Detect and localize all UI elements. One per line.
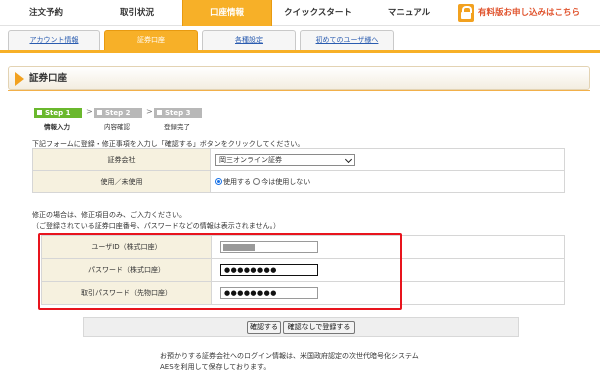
security-note-line1: お預かりする証券会社へのログイン情報は、米国政府認定の次世代暗号化システム <box>160 352 419 360</box>
step-2-badge: Step 2 <box>94 108 142 118</box>
company-select[interactable]: 岡三オンライン証券 <box>215 153 355 166</box>
step-3-badge: Step 3 <box>154 108 202 118</box>
paid-version-signup-link[interactable]: 有料版お申し込みはこちら <box>454 3 600 23</box>
step-separator: > <box>86 107 93 116</box>
step-1-label: Step 1 <box>45 109 71 117</box>
top-nav: 注文予約 取引状況 口座情報 クイックスタート マニュアル 有料版お申し込みはこ… <box>0 0 600 26</box>
heading-arrow-icon <box>15 72 24 86</box>
tab-settings[interactable]: 各種設定 <box>202 30 296 50</box>
nav-item-quick-start[interactable]: クイックスタート <box>272 0 364 26</box>
register-without-confirm-button[interactable]: 確認なしで登録する <box>283 321 355 334</box>
step-2-caption: 内容確認 <box>104 123 130 131</box>
edit-note-line1: 修正の場合は、修正項目のみ、ご入力ください。 <box>32 211 186 219</box>
page-title: 証券口座 <box>29 73 68 84</box>
tab-first-time-users[interactable]: 初めてのユーザ様へ <box>300 30 394 50</box>
step-1-caption: 情報入力 <box>44 123 70 131</box>
company-label: 証券会社 <box>32 148 211 171</box>
tab-securities-account[interactable]: 証券口座 <box>104 30 198 50</box>
step-1-badge: Step 1 <box>34 108 82 118</box>
use-radio-on[interactable] <box>215 177 222 185</box>
tab-account-info[interactable]: アカウント情報 <box>8 30 100 50</box>
page-heading: 証券口座 <box>8 66 590 90</box>
step-3-caption: 登録完了 <box>164 123 190 131</box>
use-option-off-label: 今は使用しない <box>261 177 311 186</box>
paid-version-signup-label: 有料版お申し込みはこちら <box>478 8 581 18</box>
tab-underline <box>0 50 600 53</box>
step-3-label: Step 3 <box>165 109 191 117</box>
nav-item-manual[interactable]: マニュアル <box>364 0 454 26</box>
confirm-button[interactable]: 確認する <box>247 321 281 334</box>
edit-note-line2: （ご登録されている証券口座番号、パスワードなどの情報は表示されません。） <box>32 222 281 230</box>
sub-tabs: アカウント情報 証券口座 各種設定 初めてのユーザ様へ <box>0 26 600 52</box>
heading-divider <box>8 90 590 91</box>
nav-item-account-info[interactable]: 口座情報 <box>182 0 272 26</box>
lock-icon <box>458 4 474 22</box>
company-cell: 岡三オンライン証券 <box>210 148 565 171</box>
step-separator: > <box>146 107 153 116</box>
use-label: 使用／未使用 <box>32 170 211 193</box>
step-2-label: Step 2 <box>105 109 131 117</box>
highlight-box <box>38 233 402 310</box>
use-cell: 使用する 今は使用しない <box>210 170 565 193</box>
company-select-value: 岡三オンライン証券 <box>219 155 282 164</box>
use-option-on-label: 使用する <box>223 177 251 186</box>
nav-item-trade-status[interactable]: 取引状況 <box>92 0 182 26</box>
account-settings-table: 証券会社 岡三オンライン証券 使用／未使用 使用する 今は使用しない <box>32 148 565 193</box>
use-radio-off[interactable] <box>253 177 261 185</box>
nav-item-order-reservation[interactable]: 注文予約 <box>0 0 92 26</box>
button-bar: 確認する 確認なしで登録する <box>83 317 519 337</box>
security-note-line2: AESを利用して保存しております。 <box>160 363 271 371</box>
chevron-down-icon <box>344 155 353 163</box>
